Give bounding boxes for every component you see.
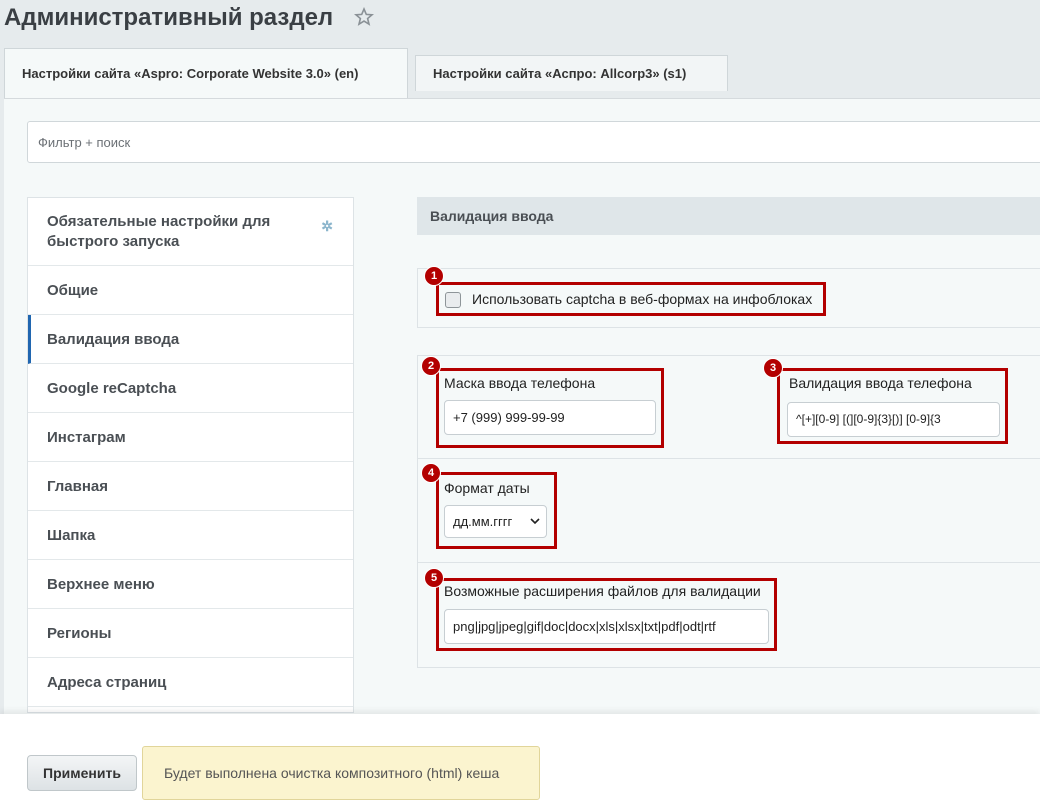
badge-2: 2 bbox=[421, 356, 441, 376]
captcha-checkbox[interactable] bbox=[445, 292, 461, 308]
sidebar-item-top-menu[interactable]: Верхнее меню bbox=[28, 560, 353, 609]
apply-button[interactable]: Применить bbox=[27, 755, 137, 791]
sidebar-item-label: Обязательные настройки для быстрого запу… bbox=[47, 212, 271, 250]
badge-3: 3 bbox=[763, 358, 783, 378]
cache-notice: Будет выполнена очистка композитного (ht… bbox=[142, 746, 540, 800]
filter-placeholder: Фильтр + поиск bbox=[38, 135, 131, 150]
sidebar-item-label: Верхнее меню bbox=[47, 575, 155, 593]
star-icon[interactable] bbox=[354, 7, 374, 27]
date-format-value: дд.мм.гггг bbox=[453, 514, 513, 529]
captcha-label: Использовать captcha в веб-формах на инф… bbox=[472, 291, 813, 307]
sidebar-item-label: Адреса страниц bbox=[47, 673, 167, 691]
chevron-down-icon bbox=[530, 518, 540, 525]
settings-sidebar: Обязательные настройки для быстрого запу… bbox=[27, 197, 354, 713]
pin-icon[interactable]: ✲ bbox=[321, 216, 333, 236]
sidebar-item-general[interactable]: Общие bbox=[28, 266, 353, 315]
sidebar-item-header[interactable]: Шапка bbox=[28, 511, 353, 560]
sidebar-item-label: Главная bbox=[47, 477, 109, 495]
sidebar-item-recaptcha[interactable]: Google reCaptcha bbox=[28, 364, 353, 413]
tab-allcorp3[interactable]: Настройки сайта «Аспро: Allcorp3» (s1) bbox=[415, 55, 728, 91]
phone-mask-label: Маска ввода телефона bbox=[444, 375, 596, 391]
sidebar-item-label: Валидация ввода bbox=[47, 330, 180, 348]
tab-corporate-website[interactable]: Настройки сайта «Aspro: Corporate Websit… bbox=[4, 48, 408, 98]
page-title: Административный раздел bbox=[4, 4, 334, 31]
sidebar-item-main[interactable]: Главная bbox=[28, 462, 353, 511]
section-title: Валидация ввода bbox=[417, 197, 1040, 235]
phone-validation-label: Валидация ввода телефона bbox=[789, 375, 972, 391]
sidebar-item-required[interactable]: Обязательные настройки для быстрого запу… bbox=[28, 198, 353, 266]
file-ext-label: Возможные расширения файлов для валидаци… bbox=[444, 583, 761, 599]
filter-search-input[interactable]: Фильтр + поиск bbox=[27, 121, 1040, 163]
phone-validation-input[interactable]: ^[+][0-9] [(][0-9]{3}[)] [0-9]{3 bbox=[787, 402, 1000, 437]
date-format-label: Формат даты bbox=[444, 480, 530, 496]
sidebar-item-label: Инстаграм bbox=[47, 428, 126, 446]
sidebar-item-page-urls[interactable]: Адреса страниц bbox=[28, 658, 353, 707]
phone-mask-input[interactable]: +7 (999) 999-99-99 bbox=[444, 400, 656, 435]
sidebar-item-validation[interactable]: Валидация ввода bbox=[28, 315, 353, 364]
badge-5: 5 bbox=[424, 568, 444, 588]
sidebar-item-label: Google reCaptcha bbox=[47, 379, 177, 397]
file-ext-input[interactable]: png|jpg|jpeg|gif|doc|docx|xls|xlsx|txt|p… bbox=[444, 609, 769, 644]
date-format-select[interactable]: дд.мм.гггг bbox=[444, 505, 547, 538]
tab-label: Настройки сайта «Aspro: Corporate Websit… bbox=[22, 66, 359, 81]
divider bbox=[418, 458, 1040, 459]
badge-1: 1 bbox=[424, 266, 444, 286]
tab-label: Настройки сайта «Аспро: Allcorp3» (s1) bbox=[433, 66, 687, 81]
sidebar-item-label: Общие bbox=[47, 281, 99, 299]
divider bbox=[418, 562, 1040, 563]
sidebar-item-instagram[interactable]: Инстаграм bbox=[28, 413, 353, 462]
sidebar-item-label: Регионы bbox=[47, 624, 112, 642]
sidebar-item-label: Шапка bbox=[47, 526, 96, 544]
badge-4: 4 bbox=[421, 463, 441, 483]
sidebar-item-regions[interactable]: Регионы bbox=[28, 609, 353, 658]
